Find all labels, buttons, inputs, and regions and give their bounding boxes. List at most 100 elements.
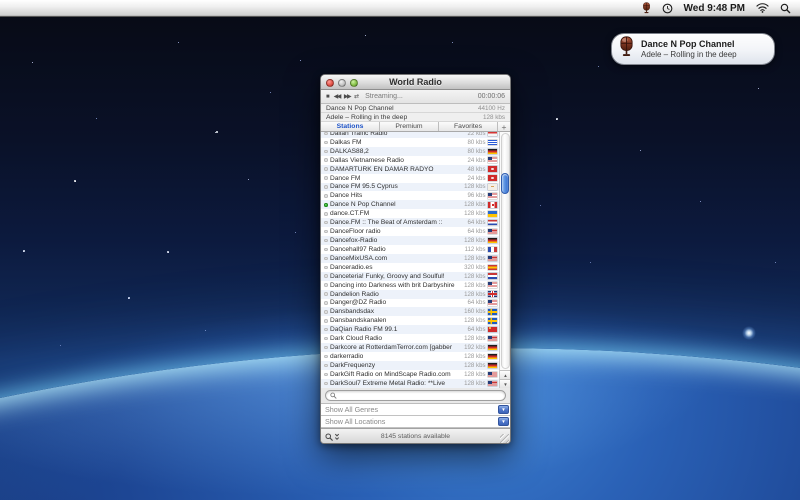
location-dropdown-button[interactable]: ▼ [498, 417, 509, 426]
station-row[interactable]: Dance Hits96 kbs [321, 191, 499, 200]
station-bitrate: 192 kbs [464, 344, 485, 351]
station-name: Dancefox-Radio [330, 237, 462, 244]
stop-icon[interactable]: ■ [326, 94, 330, 100]
station-row[interactable]: darkerradio128 kbs [321, 352, 499, 361]
station-row[interactable]: Dansbandsdax160 kbs [321, 307, 499, 316]
flag-icon-cn [488, 327, 497, 333]
minimize-button[interactable] [338, 79, 346, 87]
clock-menu-icon[interactable] [662, 3, 673, 14]
scrollbar-track[interactable] [501, 133, 510, 369]
station-row[interactable]: Dancefox-Radio128 kbs [321, 236, 499, 245]
station-bullet-icon [324, 373, 328, 377]
now-playing-track-row: Adele – Rolling in the deep 128 kbs [321, 113, 510, 122]
station-bullet-icon [324, 382, 328, 386]
station-row[interactable]: DarkSoul7 Extreme Metal Radio: **Live128… [321, 379, 499, 388]
station-row[interactable]: Danceteria! Funky, Groovy and Soulful!12… [321, 272, 499, 281]
station-bitrate: 128 kbs [464, 353, 485, 360]
station-name: Dance.FM :: The Beat of Amsterdam :: [330, 219, 465, 226]
station-row[interactable]: dance.CT.FM128 kbs [321, 209, 499, 218]
tab-stations[interactable]: Stations [321, 122, 380, 131]
station-name: DanceMixUSA.com [330, 255, 462, 262]
station-name: Dance FM 95.5 Cyprus [330, 183, 462, 190]
location-filter[interactable]: Show All Locations ▼ [321, 416, 510, 428]
genre-dropdown-button[interactable]: ▼ [498, 405, 509, 414]
station-row[interactable]: Darkcore at RotterdamTerror.com [gabber1… [321, 343, 499, 352]
close-button[interactable] [326, 79, 334, 87]
station-row[interactable]: DanceFloor radio64 kbs [321, 227, 499, 236]
shuffle-icon[interactable]: ⇄ [354, 94, 359, 100]
station-row[interactable]: Dance FM24 kbs [321, 174, 499, 183]
menu-bar: Wed 9:48 PM [0, 0, 800, 17]
tab-premium[interactable]: Premium [380, 122, 439, 131]
station-row[interactable]: DALKAS88,280 kbs [321, 147, 499, 156]
station-name: Dance Hits [330, 192, 465, 199]
station-row[interactable]: DanceMixUSA.com128 kbs [321, 254, 499, 263]
flag-icon-gb [488, 291, 497, 297]
tab-favorites[interactable]: Favorites [439, 122, 498, 131]
scroll-down-button[interactable]: ▼ [500, 379, 510, 388]
station-bullet-icon [324, 176, 328, 180]
flag-icon-us [488, 157, 497, 163]
station-row[interactable]: Danger@DZ Radio64 kbs [321, 299, 499, 308]
station-bullet-icon [324, 346, 328, 350]
now-playing-station-row: Dance N Pop Channel 44100 Hz [321, 104, 510, 113]
search-field[interactable] [325, 390, 506, 401]
station-row[interactable]: Dalkas FM80 kbs [321, 138, 499, 147]
station-bitrate: 22 kbs [468, 132, 486, 137]
station-row[interactable]: DAMARTURK EN DAMAR RADYO48 kbs [321, 165, 499, 174]
spotlight-search-icon[interactable] [780, 3, 791, 14]
station-row[interactable]: Dancehall97 Radio112 kbs [321, 245, 499, 254]
station-bullet-icon [324, 185, 328, 189]
station-row[interactable]: DarkGift Radio on MindScape Radio.com128… [321, 370, 499, 379]
station-row[interactable]: Dandelion Radio128 kbs [321, 290, 499, 299]
station-bullet-icon [324, 301, 328, 305]
flag-icon-us [488, 381, 497, 387]
flag-icon-id [488, 132, 497, 136]
flag-icon-us [488, 300, 497, 306]
station-bitrate: 320 kbs [464, 264, 485, 271]
station-bitrate: 80 kbs [468, 139, 486, 146]
station-bitrate: 48 kbs [468, 166, 486, 173]
station-search-input[interactable] [340, 392, 501, 399]
flag-icon-de [488, 149, 497, 155]
scrollbar[interactable]: ▲ ▼ [499, 132, 510, 388]
bright-star [742, 326, 756, 340]
wifi-menu-icon[interactable] [756, 3, 769, 13]
scrollbar-thumb[interactable] [501, 173, 509, 194]
stations-available-count: 8145 stations available [321, 433, 510, 440]
station-row[interactable]: DaQian Radio FM 99.164 kbs [321, 325, 499, 334]
menu-clock-time[interactable]: Wed 9:48 PM [684, 3, 746, 14]
station-bullet-icon [324, 257, 328, 261]
station-row[interactable]: Dark Cloud Radio128 kbs [321, 334, 499, 343]
station-row[interactable]: Dance.FM :: The Beat of Amsterdam ::64 k… [321, 218, 499, 227]
scroll-up-button[interactable]: ▲ [500, 370, 510, 379]
station-bullet-icon [324, 310, 328, 314]
station-row[interactable]: DarkFrequenzy128 kbs [321, 361, 499, 370]
window-title-bar[interactable]: World Radio [321, 75, 510, 90]
search-options-button[interactable] [325, 433, 340, 441]
station-row[interactable]: Danceradio.es320 kbs [321, 263, 499, 272]
station-bullet-icon [324, 194, 328, 198]
station-bitrate: 128 kbs [464, 255, 485, 262]
genre-filter[interactable]: Show All Genres ▼ [321, 404, 510, 416]
add-station-button[interactable]: + [498, 122, 510, 131]
station-bullet-icon [324, 266, 328, 270]
resize-grip[interactable] [500, 434, 509, 443]
flag-icon-se [488, 309, 497, 315]
now-playing-notification[interactable]: Dance N Pop Channel Adele – Rolling in t… [611, 33, 775, 65]
station-row[interactable]: Dance N Pop Channel128 kbs [321, 200, 499, 209]
station-bullet-icon [324, 132, 328, 135]
station-row[interactable]: Dancing into Darkness with brit Darbyshi… [321, 281, 499, 290]
station-row[interactable]: Dallas Vietnamese Radio24 kbs [321, 156, 499, 165]
notification-title: Dance N Pop Channel [641, 38, 737, 50]
zoom-button[interactable] [350, 79, 358, 87]
station-row[interactable]: Dance FM 95.5 Cyprus128 kbs [321, 183, 499, 192]
next-station-icon[interactable]: ▶▶ [344, 94, 350, 100]
tab-bar: StationsPremiumFavorites+ [321, 122, 510, 132]
radio-app-menu-icon[interactable] [642, 2, 651, 14]
station-bitrate: 64 kbs [468, 228, 486, 235]
station-name: Dalian Traffic Radio [330, 132, 465, 137]
station-row[interactable]: Dansbandskanalen128 kbs [321, 316, 499, 325]
station-bullet-icon [324, 364, 328, 368]
previous-station-icon[interactable]: ◀◀ [334, 94, 340, 100]
